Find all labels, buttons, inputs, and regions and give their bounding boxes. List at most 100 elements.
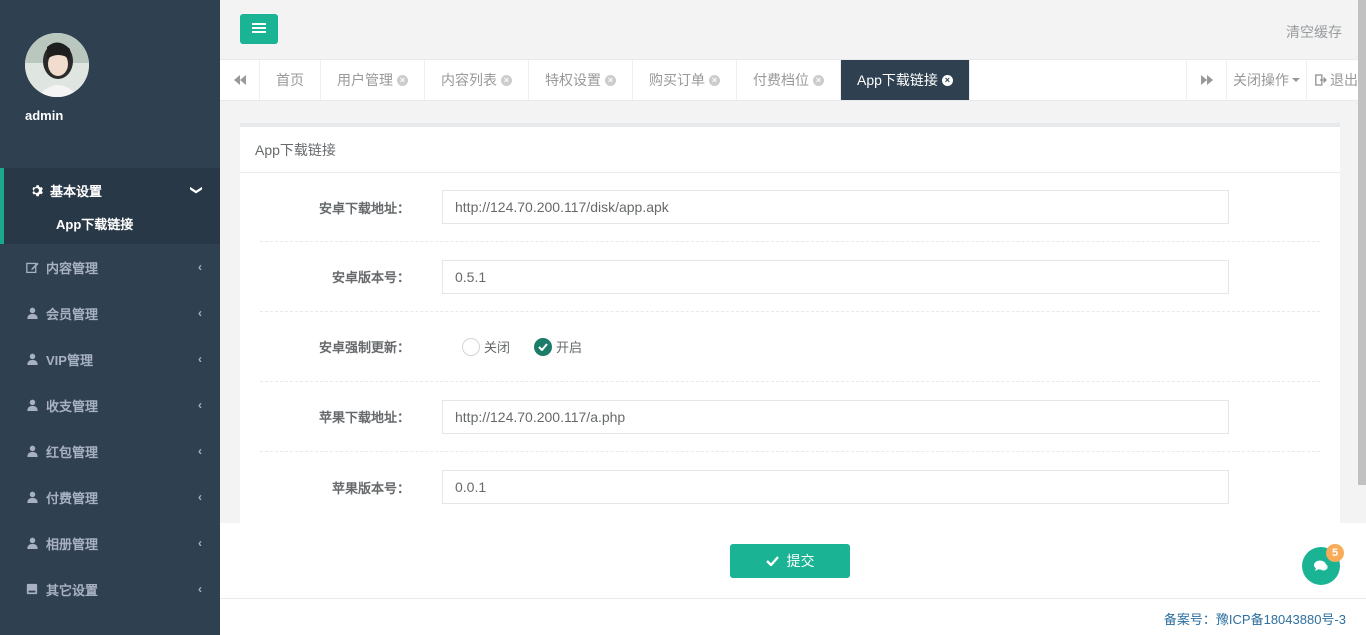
chevron-left-icon: ‹ (198, 536, 202, 550)
sidebar: admin 基本设置 ❯ App下载链接 内容管理 ‹ 会员管理 ‹ VIP管理… (0, 0, 220, 635)
tab-label: App下载链接 (857, 72, 938, 88)
close-icon[interactable]: × (397, 74, 408, 86)
edit-icon (25, 261, 39, 274)
sidebar-item-label: 相册管理 (46, 536, 99, 552)
close-icon[interactable]: × (501, 74, 512, 86)
sidebar-item-label: 红包管理 (46, 444, 99, 460)
chevron-left-icon: ‹ (198, 306, 202, 320)
ios-version-label: 苹果版本号： (331, 480, 410, 496)
nav-group-basic-settings: 基本设置 ❯ App下载链接 (0, 168, 220, 244)
panel-title: App下载链接 (240, 127, 1340, 173)
user-icon (25, 399, 39, 411)
android-url-label: 安卓下载地址： (318, 200, 410, 216)
scrollbar-thumb[interactable] (1358, 0, 1366, 485)
form-row-ios-url: 苹果下载地址： http://124.70.200.117/a.php (260, 382, 1320, 452)
chat-icon (1314, 560, 1328, 572)
chevron-left-icon: ‹ (198, 398, 202, 412)
close-icon[interactable]: × (813, 74, 824, 86)
submit-button[interactable]: 提交 (730, 544, 850, 578)
sidebar-nav: 内容管理 ‹ 会员管理 ‹ VIP管理 ‹ 收支管理 ‹ 红包管理 ‹ 付费管理… (0, 244, 220, 612)
user-icon (25, 353, 39, 365)
tab-label: 购买订单 (649, 72, 705, 88)
tab-app-download[interactable]: App下载链接 × (841, 60, 970, 100)
sidebar-item-paid[interactable]: 付费管理 ‹ (0, 474, 220, 520)
double-chevron-left-icon (233, 73, 246, 88)
chevron-left-icon: ‹ (198, 444, 202, 458)
user-icon (25, 307, 39, 319)
tab-privileges[interactable]: 特权设置 × (529, 60, 633, 100)
topbar: 清空缓存 (220, 0, 1366, 60)
menu-toggle-button[interactable] (240, 14, 278, 44)
ios-url-label: 苹果下载地址： (318, 410, 410, 425)
profile-name: admin (25, 108, 64, 123)
form-row-android-force: 安卓强制更新： 关闭 开启 (260, 312, 1320, 382)
sidebar-item-album[interactable]: 相册管理 ‹ (0, 520, 220, 566)
chevron-left-icon: ‹ (198, 582, 202, 596)
submit-area: 提交 (220, 523, 1366, 599)
tab-home[interactable]: 首页 (260, 60, 321, 100)
close-operations-label: 关闭操作 (1233, 72, 1289, 88)
sidebar-subitem-app-download[interactable]: App下载链接 (4, 212, 220, 244)
double-chevron-right-icon (1200, 73, 1213, 88)
tabs-right-controls: 关闭操作 退出 (1186, 60, 1366, 100)
caret-down-icon (1292, 78, 1300, 82)
user-icon (25, 445, 39, 457)
tab-paid-levels[interactable]: 付费档位 × (737, 60, 841, 100)
content-panel: App下载链接 安卓下载地址： http://124.70.200.117/di… (240, 123, 1340, 523)
tabs-scroll-right-button[interactable] (1186, 60, 1226, 100)
tab-label: 付费档位 (753, 72, 809, 88)
tab-label: 首页 (276, 72, 304, 88)
close-icon[interactable]: × (605, 74, 616, 86)
sidebar-item-basic-settings[interactable]: 基本设置 ❯ (4, 168, 220, 212)
close-icon[interactable]: × (941, 74, 953, 86)
tab-users[interactable]: 用户管理 × (321, 60, 425, 100)
form-row-ios-version: 苹果版本号： 0.0.1 (260, 452, 1320, 522)
form-row-android-url: 安卓下载地址： http://124.70.200.117/disk/app.a… (260, 173, 1320, 242)
gear-icon (29, 184, 43, 197)
sidebar-item-label: 付费管理 (46, 490, 99, 506)
android-force-radio-group: 关闭 开启 (462, 337, 606, 356)
force-on-label: 开启 (556, 340, 583, 355)
form-row-android-version: 安卓版本号： 0.5.1 (260, 242, 1320, 312)
tab-label: 特权设置 (545, 72, 601, 88)
sidebar-item-label: 会员管理 (46, 306, 99, 322)
tab-content-list[interactable]: 内容列表 × (425, 60, 529, 100)
tab-orders[interactable]: 购买订单 × (633, 60, 737, 100)
sidebar-item-content[interactable]: 内容管理 ‹ (0, 244, 220, 290)
scrollbar[interactable] (1358, 0, 1366, 635)
radio-unchecked-icon (462, 337, 480, 356)
sidebar-item-label: 内容管理 (46, 260, 99, 276)
android-version-label: 安卓版本号： (331, 270, 410, 285)
chevron-left-icon: ‹ (198, 352, 202, 366)
sidebar-item-vip[interactable]: VIP管理 ‹ (0, 336, 220, 382)
chevron-down-icon: ❯ (189, 184, 204, 196)
avatar[interactable] (25, 33, 89, 97)
force-off-radio[interactable]: 关闭 (462, 337, 510, 356)
android-force-label: 安卓强制更新： (318, 340, 410, 355)
tab-label: 用户管理 (337, 72, 393, 88)
chevron-left-icon: ‹ (198, 260, 202, 274)
sidebar-item-other[interactable]: 其它设置 ‹ (0, 566, 220, 612)
android-url-input[interactable]: http://124.70.200.117/disk/app.apk (442, 190, 1229, 224)
sidebar-item-redpacket[interactable]: 红包管理 ‹ (0, 428, 220, 474)
close-operations-dropdown[interactable]: 关闭操作 (1226, 60, 1306, 100)
tab-label: 内容列表 (441, 72, 497, 88)
sidebar-item-finance[interactable]: 收支管理 ‹ (0, 382, 220, 428)
icp-record[interactable]: 备案号：豫ICP备18043880号-3 (1164, 609, 1346, 628)
android-version-input[interactable]: 0.5.1 (442, 259, 1229, 294)
ios-version-input[interactable]: 0.0.1 (442, 470, 1229, 504)
clear-cache-link[interactable]: 清空缓存 (1286, 22, 1342, 42)
tabs-scroll-left-button[interactable] (220, 60, 260, 100)
settings-form: 安卓下载地址： http://124.70.200.117/disk/app.a… (240, 173, 1340, 522)
sidebar-item-members[interactable]: 会员管理 ‹ (0, 290, 220, 336)
close-icon[interactable]: × (709, 74, 720, 86)
ios-url-input[interactable]: http://124.70.200.117/a.php (442, 399, 1229, 434)
tabs-bar: 首页 用户管理 × 内容列表 × 特权设置 × 购买订单 × 付费档位 × App下载链接… (220, 60, 1366, 101)
force-on-radio[interactable]: 开启 (534, 337, 582, 356)
tabs: 首页 用户管理 × 内容列表 × 特权设置 × 购买订单 × 付费档位 × App下载链接… (260, 60, 1186, 100)
submit-label: 提交 (786, 553, 815, 569)
hamburger-icon (252, 22, 266, 37)
logout-button[interactable]: 退出 (1306, 60, 1366, 100)
book-icon (25, 583, 39, 595)
sidebar-item-label: 收支管理 (46, 398, 99, 414)
